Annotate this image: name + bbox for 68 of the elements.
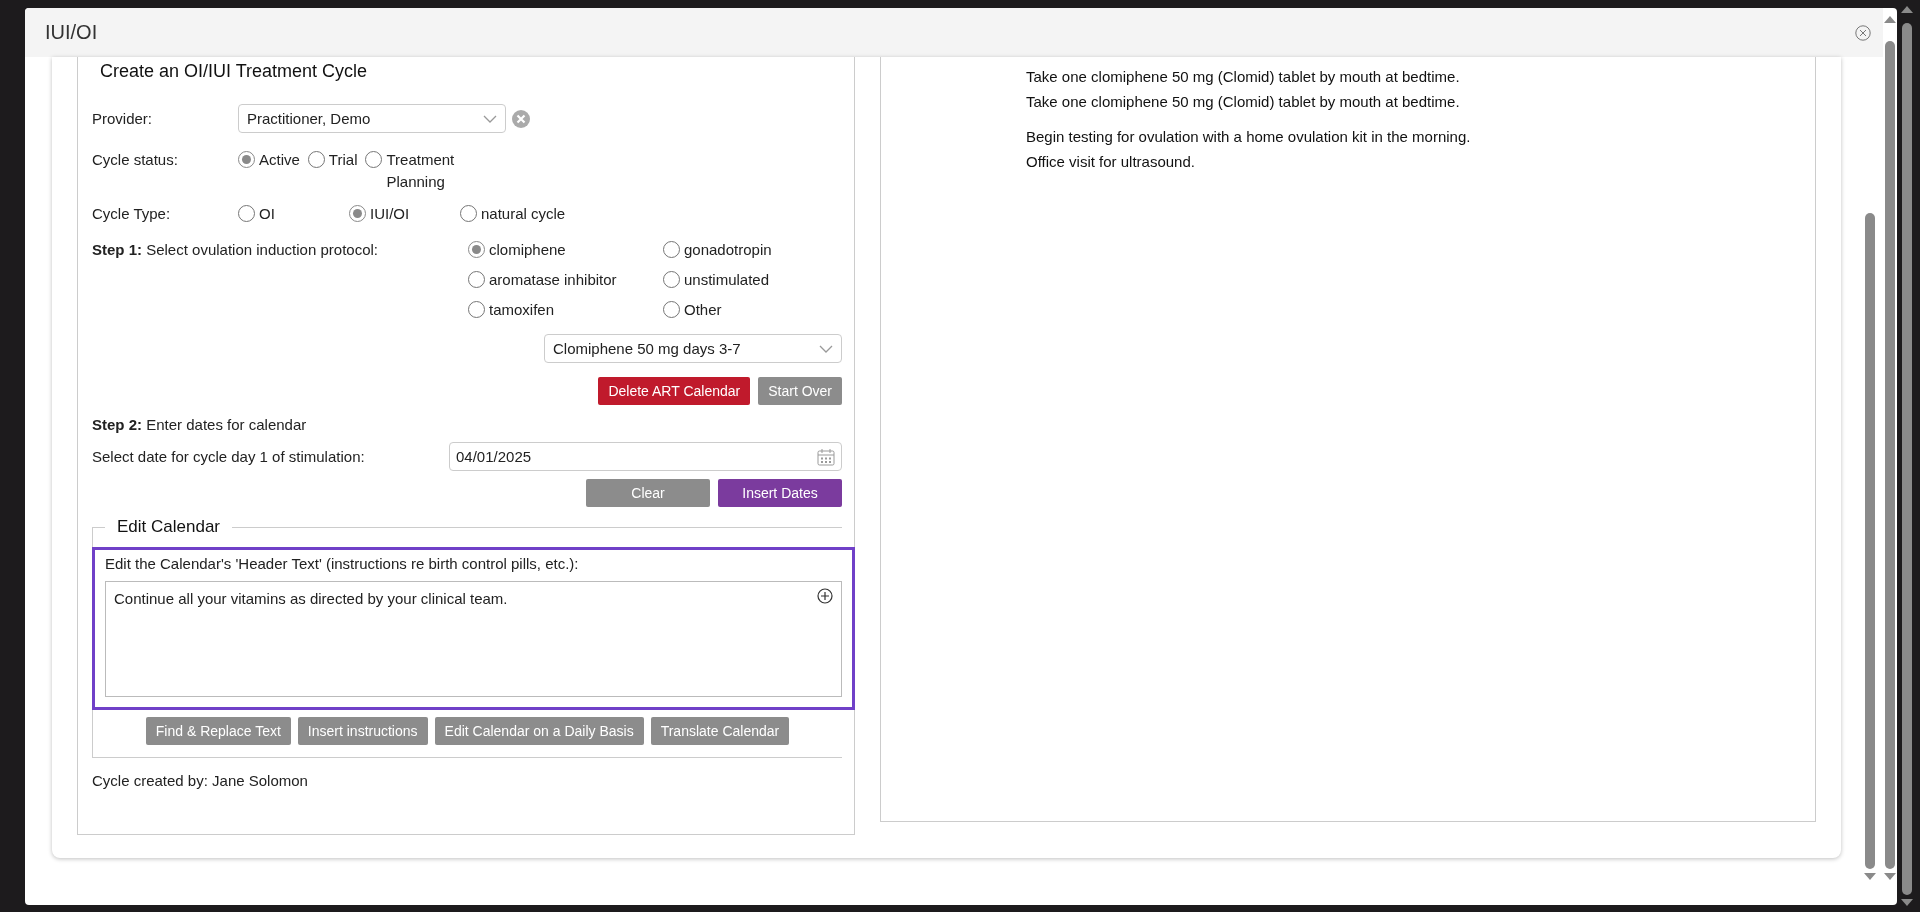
radio-button[interactable] bbox=[460, 205, 477, 222]
provider-select[interactable]: Practitioner, Demo bbox=[238, 104, 506, 133]
chevron-down-icon bbox=[819, 344, 833, 353]
form-heading: Create an OI/IUI Treatment Cycle bbox=[100, 61, 369, 82]
scroll-down-icon[interactable] bbox=[1901, 899, 1913, 906]
radio-label: aromatase inhibitor bbox=[489, 270, 617, 290]
scrollbar-thumb[interactable] bbox=[1885, 41, 1895, 869]
action-button[interactable]: Clear bbox=[586, 479, 710, 507]
scroll-up-icon[interactable] bbox=[1901, 6, 1913, 13]
radio-label: tamoxifen bbox=[489, 300, 555, 320]
radio-button[interactable] bbox=[238, 151, 255, 168]
chevron-down-icon bbox=[483, 114, 497, 123]
close-icon[interactable] bbox=[1855, 24, 1871, 41]
preview-line: Begin testing for ovulation with a home ovulation kit in the morning. bbox=[1026, 127, 1472, 147]
radio-label: Trial bbox=[328, 150, 358, 170]
action-button[interactable]: Insert Dates bbox=[718, 479, 842, 507]
field-label: Edit the Calendar's 'Header Text' (instructions re birth control pills, etc.): bbox=[105, 555, 579, 572]
action-button[interactable]: Delete ART Calendar bbox=[598, 377, 751, 405]
radio-button[interactable] bbox=[468, 241, 485, 258]
radio-button[interactable] bbox=[238, 205, 255, 222]
radio-label: clomiphene bbox=[489, 240, 566, 260]
clear-icon[interactable] bbox=[512, 109, 530, 128]
radio-label: natural cycle bbox=[481, 204, 566, 224]
step-label: Step 1: Select ovulation induction protocol: bbox=[92, 240, 379, 260]
preview-line: Take one clomiphene 50 mg (Clomid) tablet by mouth at bedtime. bbox=[1026, 67, 1461, 87]
field-label: Cycle status: bbox=[92, 150, 179, 170]
radio-button[interactable] bbox=[349, 205, 366, 222]
plus-icon[interactable] bbox=[817, 588, 833, 604]
radio-button[interactable] bbox=[663, 271, 680, 288]
protocol-select[interactable]: Clomiphene 50 mg days 3-7 bbox=[544, 334, 842, 363]
field-label: Select date for cycle day 1 of stimulation: bbox=[92, 446, 366, 467]
select-value: Practitioner, Demo bbox=[247, 108, 371, 129]
radio-label: gonadotropin bbox=[684, 240, 772, 260]
created-by-text: Cycle created by: Jane Solomon bbox=[92, 771, 308, 791]
action-button[interactable]: Insert instructions bbox=[297, 717, 428, 745]
section-legend: Edit Calendar bbox=[105, 517, 232, 537]
radio-label: unstimulated bbox=[684, 270, 770, 290]
scroll-down-icon[interactable] bbox=[1864, 873, 1876, 880]
radio-button[interactable] bbox=[365, 151, 383, 168]
radio-label: Treatment Planning bbox=[386, 150, 456, 192]
select-value: Clomiphene 50 mg days 3-7 bbox=[553, 338, 741, 359]
calendar-icon[interactable] bbox=[817, 447, 835, 466]
dialog-title: IUI/OI bbox=[45, 21, 98, 44]
action-button[interactable]: Translate Calendar bbox=[650, 717, 790, 745]
radio-button[interactable] bbox=[663, 241, 680, 258]
header-text-area[interactable]: Continue all your vitamins as directed by your clinical team. bbox=[105, 581, 842, 697]
radio-button[interactable] bbox=[468, 271, 485, 288]
preview-line: Take one clomiphene 50 mg (Clomid) tablet by mouth at bedtime. bbox=[1026, 91, 1461, 112]
scroll-up-icon[interactable] bbox=[1884, 16, 1896, 23]
action-button[interactable]: Edit Calendar on a Daily Basis bbox=[434, 717, 644, 745]
radio-label: IUI/OI bbox=[370, 204, 410, 224]
preview-line: Office visit for ultrasound. bbox=[1026, 151, 1196, 172]
radio-label: Active bbox=[259, 150, 300, 170]
action-button[interactable]: Find & Replace Text bbox=[145, 717, 291, 745]
scrollbar-thumb[interactable] bbox=[1902, 23, 1912, 895]
radio-label: OI bbox=[259, 204, 275, 224]
field-value: Continue all your vitamins as directed by your clinical team. bbox=[114, 589, 508, 609]
scrollbar-thumb[interactable] bbox=[1865, 213, 1875, 869]
field-label: Provider: bbox=[92, 108, 154, 129]
radio-button[interactable] bbox=[468, 301, 485, 318]
date-field[interactable]: 04/01/2025 bbox=[449, 442, 842, 471]
step-label: Step 2: Enter dates for calendar bbox=[92, 415, 308, 435]
radio-label: Other bbox=[684, 300, 722, 320]
field-value: 04/01/2025 bbox=[456, 446, 532, 467]
radio-button[interactable] bbox=[663, 301, 680, 318]
action-button[interactable]: Start Over bbox=[758, 377, 842, 405]
radio-button[interactable] bbox=[307, 151, 325, 168]
field-label: Cycle Type: bbox=[92, 204, 172, 224]
